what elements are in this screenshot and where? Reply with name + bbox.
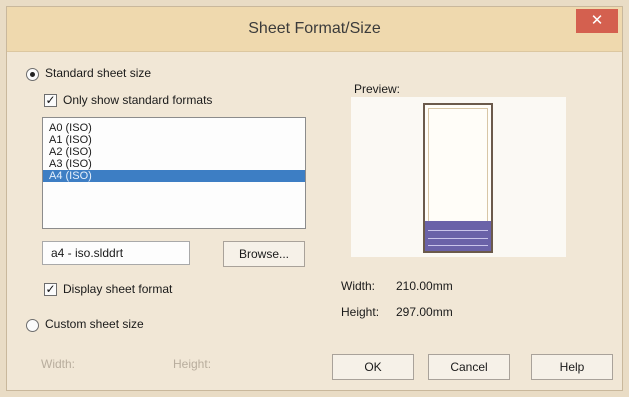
title-block-line: [428, 245, 488, 246]
list-item[interactable]: A1 (ISO): [43, 134, 305, 146]
list-item[interactable]: A0 (ISO): [43, 122, 305, 134]
only-standard-formats-checkbox[interactable]: ✓: [44, 94, 57, 107]
custom-width-label: Width:: [41, 357, 76, 371]
standard-sheet-size-label: Standard sheet size: [45, 66, 152, 80]
preview-width-label: Width:: [341, 279, 376, 293]
browse-button[interactable]: Browse...: [223, 241, 305, 267]
display-sheet-format-label: Display sheet format: [63, 282, 173, 296]
list-item-selected[interactable]: A4 (ISO): [43, 170, 305, 182]
custom-height-label: Height:: [173, 357, 212, 371]
sheet-preview: [351, 97, 566, 257]
dialog-title: Sheet Format/Size: [248, 20, 381, 37]
display-sheet-format-checkbox[interactable]: ✓: [44, 283, 57, 296]
sheet-template-field[interactable]: a4 - iso.slddrt: [42, 241, 190, 265]
sheet-format-list[interactable]: A0 (ISO) A1 (ISO) A2 (ISO) A3 (ISO) A4 (…: [42, 117, 306, 229]
sheet-format-dialog: Sheet Format/Size ✕ Standard sheet size …: [6, 6, 623, 391]
standard-sheet-size-radio[interactable]: [26, 68, 39, 81]
title-bar[interactable]: Sheet Format/Size ✕: [7, 7, 622, 52]
title-block-line: [428, 230, 488, 231]
preview-height-label: Height:: [341, 305, 380, 319]
preview-width-value: 210.00mm: [396, 279, 453, 293]
custom-sheet-size-label: Custom sheet size: [45, 317, 144, 331]
help-button[interactable]: Help: [531, 354, 613, 380]
sheet-preview-page: [423, 103, 493, 253]
title-block-line: [428, 238, 488, 239]
preview-height-value: 297.00mm: [396, 305, 453, 319]
close-button[interactable]: ✕: [576, 9, 618, 33]
custom-sheet-size-radio[interactable]: [26, 319, 39, 332]
ok-button[interactable]: OK: [332, 354, 414, 380]
close-icon: ✕: [590, 12, 604, 29]
only-standard-formats-label: Only show standard formats: [63, 93, 213, 107]
title-block: [425, 221, 491, 251]
list-item[interactable]: A2 (ISO): [43, 146, 305, 158]
cancel-button[interactable]: Cancel: [428, 354, 510, 380]
list-item[interactable]: A3 (ISO): [43, 158, 305, 170]
preview-label: Preview:: [354, 82, 401, 96]
